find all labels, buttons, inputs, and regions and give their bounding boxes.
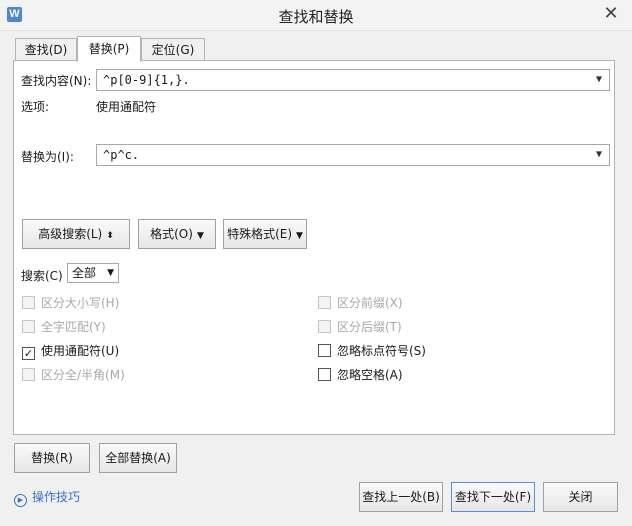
ignore-punctuation-label: 忽略标点符号(S)	[337, 344, 426, 358]
format-label: 格式(O)	[150, 227, 193, 241]
close-button[interactable]: 关闭	[543, 482, 618, 512]
full-half-width-label: 区分全/半角(M)	[41, 368, 125, 382]
match-case-label: 区分大小写(H)	[41, 296, 120, 310]
advanced-search-label: 高级搜索(L)	[38, 227, 103, 241]
caret-down-icon: ▼	[196, 231, 204, 241]
use-wildcards-label: 使用通配符(U)	[41, 344, 120, 358]
ignore-space-label: 忽略空格(A)	[337, 368, 403, 382]
chevron-down-icon[interactable]: ▼	[592, 70, 606, 90]
caret-down-icon: ▼	[296, 231, 303, 241]
checkbox-box	[318, 296, 331, 309]
match-prefix-label: 区分前缀(X)	[337, 296, 403, 310]
checkbox-box	[318, 368, 331, 381]
format-button[interactable]: 格式(O) ▼	[138, 219, 216, 249]
checkbox-box	[318, 344, 331, 357]
tips-label: 操作技巧	[32, 490, 81, 504]
find-previous-button[interactable]: 查找上一处(B)	[359, 482, 443, 512]
match-suffix-label: 区分后缀(T)	[337, 320, 402, 334]
find-what-label: 查找内容(N):	[21, 74, 92, 88]
title-bar: W 查找和替换 ✕	[0, 0, 632, 31]
checkbox-box	[22, 320, 35, 333]
ignore-space-checkbox[interactable]: 忽略空格(A)	[318, 367, 403, 383]
replace-with-label: 替换为(I):	[21, 150, 74, 164]
checkbox-box	[318, 320, 331, 333]
tips-link[interactable]: ▶ 操作技巧	[14, 489, 80, 507]
collapse-arrows-icon: ⬍	[106, 231, 114, 241]
search-direction-value: 全部	[72, 266, 97, 280]
search-direction-select[interactable]: 全部 ▼	[67, 263, 119, 283]
replace-with-value: ^p^c.	[103, 148, 140, 162]
use-wildcards-checkbox[interactable]: ✓ 使用通配符(U)	[22, 343, 120, 360]
replace-with-combobox[interactable]: ^p^c. ▼	[96, 144, 610, 166]
whole-word-checkbox[interactable]: 全字匹配(Y)	[22, 319, 106, 335]
options-value: 使用通配符	[96, 100, 157, 114]
replace-all-button[interactable]: 全部替换(A)	[99, 443, 177, 473]
dialog-title: 查找和替换	[278, 8, 354, 26]
whole-word-label: 全字匹配(Y)	[41, 320, 106, 334]
tab-find[interactable]: 查找(D)	[15, 38, 77, 60]
checkbox-box	[22, 296, 35, 309]
chevron-down-icon[interactable]: ▼	[592, 145, 606, 165]
checkmark-icon: ✓	[22, 347, 35, 360]
find-next-button[interactable]: 查找下一处(F)	[451, 482, 535, 512]
match-case-checkbox[interactable]: 区分大小写(H)	[22, 295, 119, 311]
tab-goto[interactable]: 定位(G)	[141, 38, 205, 60]
advanced-search-button[interactable]: 高级搜索(L) ⬍	[22, 219, 130, 249]
match-suffix-checkbox[interactable]: 区分后缀(T)	[318, 319, 402, 335]
special-format-label: 特殊格式(E)	[227, 227, 293, 241]
ignore-punctuation-checkbox[interactable]: 忽略标点符号(S)	[318, 343, 426, 359]
tab-replace[interactable]: 替换(P)	[77, 36, 141, 62]
replace-panel: 查找内容(N): ^p[0-9]{1,}. ▼ 选项: 使用通配符 替换为(I)…	[13, 60, 615, 435]
caret-down-icon: ▼	[107, 268, 114, 278]
find-what-value: ^p[0-9]{1,}.	[103, 73, 190, 87]
special-format-button[interactable]: 特殊格式(E) ▼	[223, 219, 307, 249]
find-what-combobox[interactable]: ^p[0-9]{1,}. ▼	[96, 69, 610, 91]
match-prefix-checkbox[interactable]: 区分前缀(X)	[318, 295, 403, 311]
close-icon[interactable]: ✕	[600, 3, 622, 25]
replace-button[interactable]: 替换(R)	[14, 443, 90, 473]
options-label: 选项:	[21, 100, 50, 114]
search-direction-label: 搜索(C)	[21, 269, 63, 283]
play-circle-icon: ▶	[14, 494, 27, 507]
full-half-width-checkbox[interactable]: 区分全/半角(M)	[22, 367, 125, 383]
checkbox-box	[22, 368, 35, 381]
